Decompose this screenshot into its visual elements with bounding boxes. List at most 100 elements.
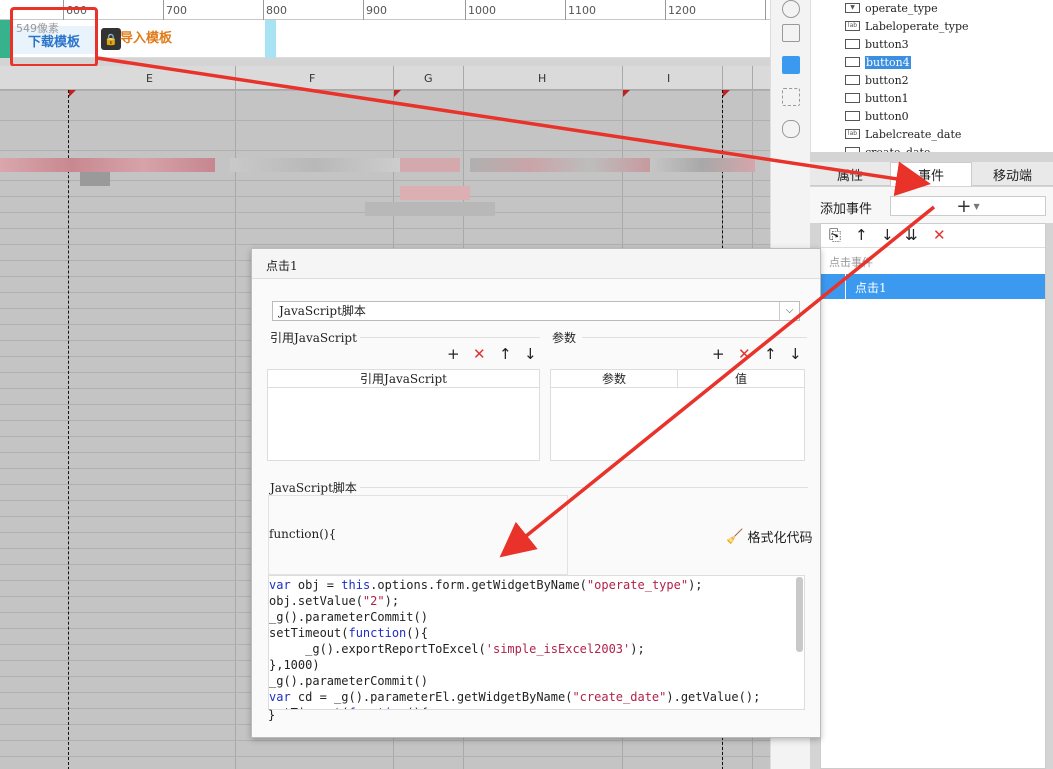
tree-item-label: button2 xyxy=(865,73,909,87)
section-divider xyxy=(360,487,808,488)
redacted-cell xyxy=(650,158,755,172)
combo-widget-icon[interactable] xyxy=(782,56,800,74)
row-line xyxy=(0,244,770,245)
lock-icon[interactable]: 🔒 xyxy=(101,28,121,50)
add-param-icon[interactable]: + xyxy=(712,346,725,362)
tab-events[interactable]: 事件 xyxy=(890,162,972,186)
frame-icon[interactable] xyxy=(782,24,800,42)
move-down-param-icon[interactable]: ↓ xyxy=(789,346,802,362)
code-scrollbar[interactable] xyxy=(796,577,803,652)
redacted-cell xyxy=(80,172,110,186)
tree-item-label: Labelcreate_date xyxy=(865,127,962,141)
row-line xyxy=(0,196,770,197)
function-closing-brace: } xyxy=(268,708,276,722)
ruler-tick xyxy=(163,0,164,20)
tree-item-button4[interactable]: button4 xyxy=(845,54,911,70)
ruler-label: 800 xyxy=(266,4,287,17)
redacted-cell xyxy=(365,202,495,216)
tree-item-button0[interactable]: button0 xyxy=(845,108,909,124)
code-line: },1000) xyxy=(269,658,320,672)
code-line: setTimeout(function(){ xyxy=(269,626,428,640)
arrow-down-icon[interactable]: ↓ xyxy=(881,226,894,244)
ref-js-table[interactable]: 引用JavaScript xyxy=(267,369,540,461)
tree-item-label-operate-type[interactable]: lab Labeloperate_type xyxy=(845,18,969,34)
date-widget-icon xyxy=(845,147,860,152)
event-item[interactable]: 点击1 xyxy=(821,274,1045,299)
cell-marker xyxy=(723,90,730,97)
row-line xyxy=(0,756,770,757)
param-value-column-header: 值 xyxy=(677,370,804,388)
params-section-label: 参数 xyxy=(552,331,577,345)
event-list-panel: ⎘ ↑ ↓ ⇊ ✕ 点击事件 点击1 xyxy=(820,223,1046,769)
arrow-up-icon[interactable]: ↑ xyxy=(855,226,868,244)
ruler-label: 1200 xyxy=(668,4,696,17)
dialog-title-bar: 点击1 xyxy=(252,249,820,279)
event-item-label: 点击1 xyxy=(855,281,887,295)
page-break-line xyxy=(68,90,69,769)
tree-item-label: create_date xyxy=(865,145,931,153)
sort-down-icon[interactable]: ⇊ xyxy=(905,226,918,244)
tree-item-button2[interactable]: button2 xyxy=(845,72,909,88)
ruler-tick xyxy=(565,0,566,20)
layout-icon[interactable] xyxy=(782,88,800,106)
move-down-ref-icon[interactable]: ↓ xyxy=(524,346,537,362)
code-line: var cd = _g().parameterEl.getWidgetByNam… xyxy=(269,690,761,704)
broom-icon: 🧹 xyxy=(726,528,744,545)
tree-item-operate-type[interactable]: ▼ operate_type xyxy=(845,0,938,16)
delete-icon[interactable]: ✕ xyxy=(933,226,946,244)
tree-item-label: button4 xyxy=(865,55,911,69)
import-template-button[interactable]: 导入模板 xyxy=(120,28,172,50)
section-divider xyxy=(582,337,807,338)
params-table[interactable]: 参数 值 xyxy=(550,369,805,461)
redacted-cell xyxy=(230,158,400,172)
delete-ref-icon[interactable]: ✕ xyxy=(473,346,486,362)
label-widget-icon: lab xyxy=(845,21,860,31)
ruler-tick xyxy=(665,0,666,20)
format-code-label: 格式化代码 xyxy=(747,531,813,546)
redacted-cell xyxy=(400,158,460,172)
add-event-dropdown[interactable]: + ▼ xyxy=(890,196,1046,217)
dropdown-widget-icon: ▼ xyxy=(845,3,860,13)
code-line: var obj = this.options.form.getWidgetByN… xyxy=(269,578,703,592)
tree-item-label-create-date[interactable]: lab Labelcreate_date xyxy=(845,126,961,142)
tree-item-label: button3 xyxy=(865,37,909,51)
column-label: E xyxy=(146,72,153,85)
button-widget-icon xyxy=(845,39,860,49)
selected-widget-marker[interactable] xyxy=(265,20,276,58)
redacted-cell xyxy=(0,158,215,172)
cell-marker xyxy=(394,90,401,97)
delete-param-icon[interactable]: ✕ xyxy=(738,346,751,362)
button-widget-icon xyxy=(845,111,860,121)
tab-mobile[interactable]: 移动端 xyxy=(972,162,1053,186)
horizontal-ruler: 600 700 800 900 1000 1100 1200 xyxy=(0,0,770,20)
ref-js-column-header: 引用JavaScript xyxy=(268,370,539,388)
function-header-box: function(){ xyxy=(268,495,568,575)
code-line: obj.setValue("2"); xyxy=(269,594,400,608)
code-line: _g().parameterCommit() xyxy=(269,610,428,624)
code-line: setTimeout(function(){ xyxy=(269,705,804,709)
label-widget-icon: lab xyxy=(845,129,860,139)
column-label: I xyxy=(667,72,671,85)
tree-item-label: Labeloperate_type xyxy=(865,19,969,33)
widget-tree: ▼ operate_type lab Labeloperate_type butto… xyxy=(810,0,1053,152)
chevron-down-icon: ⌵ xyxy=(779,302,799,320)
move-up-ref-icon[interactable]: ↑ xyxy=(499,346,512,362)
code-editor[interactable]: var obj = this.options.form.getWidgetByN… xyxy=(268,575,805,710)
format-code-button[interactable]: 🧹 格式化代码 xyxy=(726,527,813,547)
copy-icon[interactable]: ⎘ xyxy=(829,226,841,244)
tree-item-create-date[interactable]: create_date xyxy=(845,144,930,152)
info-icon[interactable] xyxy=(782,0,800,18)
tree-item-button3[interactable]: button3 xyxy=(845,36,909,52)
tree-item-button1[interactable]: button1 xyxy=(845,90,909,106)
ruler-label: 900 xyxy=(366,4,387,17)
annotation-highlight-box xyxy=(10,7,98,67)
form-widget-strip: 下载模板 549像素 🔒 导入模板 xyxy=(0,20,770,58)
tree-item-label: button0 xyxy=(865,109,909,123)
link-icon[interactable] xyxy=(782,120,800,138)
script-type-select[interactable]: JavaScript脚本 ⌵ xyxy=(272,301,800,321)
tab-properties[interactable]: 属性 xyxy=(810,162,890,186)
tree-item-label: button1 xyxy=(865,91,909,105)
script-type-value: JavaScript脚本 xyxy=(279,304,366,318)
move-up-param-icon[interactable]: ↑ xyxy=(764,346,777,362)
add-ref-icon[interactable]: + xyxy=(447,346,460,362)
